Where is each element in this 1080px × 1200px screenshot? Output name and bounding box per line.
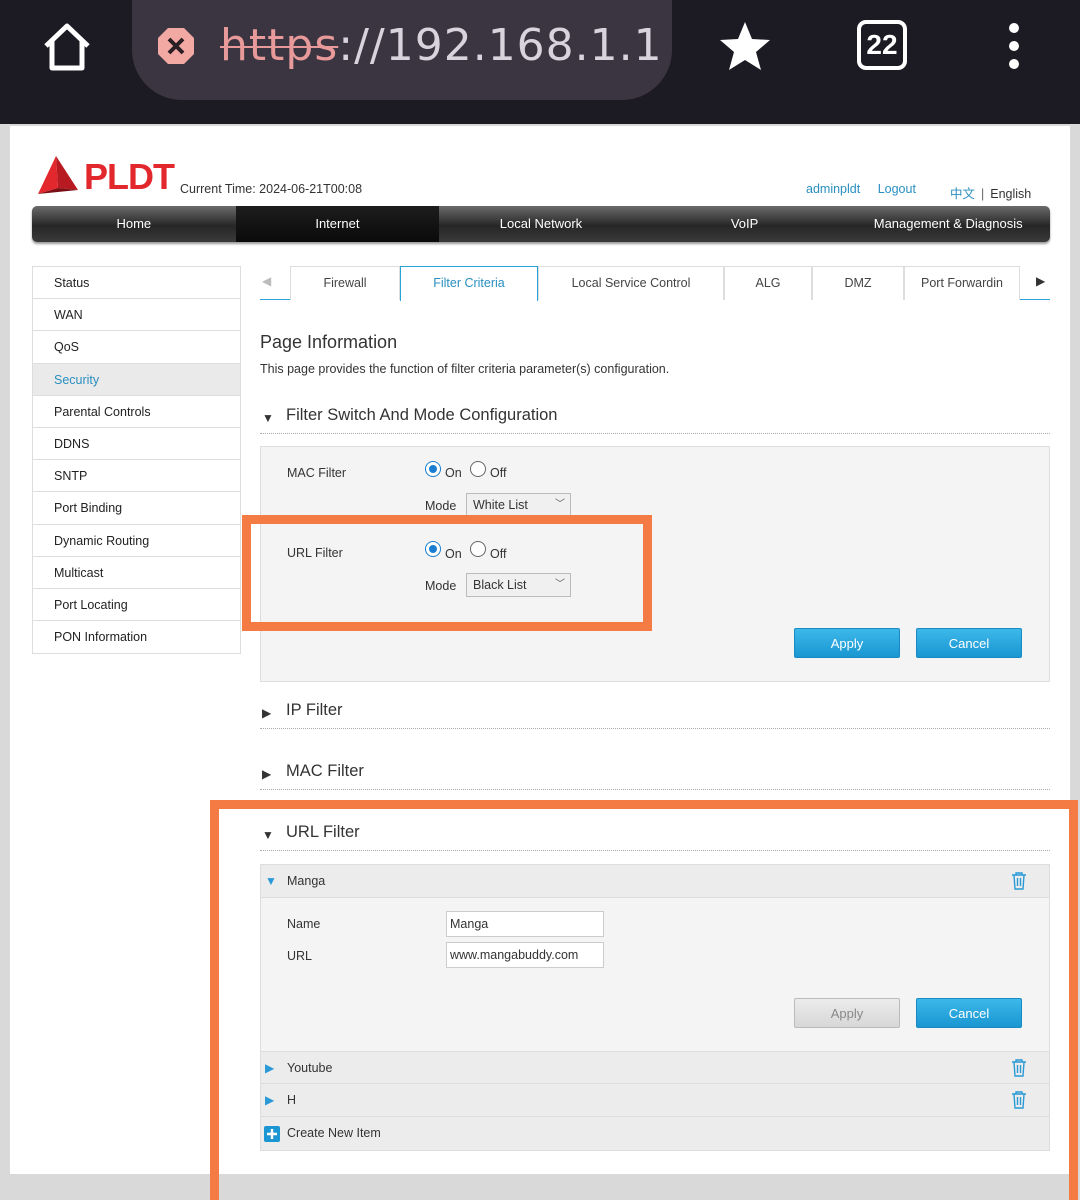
address-bar[interactable]: https://192.168.1.1/Pl: [132, 0, 672, 100]
section-title: MAC Filter: [286, 762, 364, 780]
tab-firewall[interactable]: Firewall: [290, 266, 400, 300]
router-page: PLDT Current Time: 2024-06-21T00:08 admi…: [10, 126, 1078, 1200]
username-link[interactable]: adminpldt: [806, 182, 860, 196]
sidebar-item-pon-information[interactable]: PON Information: [33, 621, 240, 654]
more-menu-icon[interactable]: [1004, 22, 1024, 70]
collapse-triangle-icon: ▼: [262, 411, 274, 425]
cancel-button[interactable]: Cancel: [916, 628, 1022, 658]
section-mac-filter[interactable]: ▶ MAC Filter: [260, 758, 1050, 790]
sidebar-item-port-binding[interactable]: Port Binding: [33, 492, 240, 525]
chevron-down-icon: ﹀: [555, 499, 565, 510]
nav-voip[interactable]: VoIP: [643, 206, 847, 242]
tab-alg[interactable]: ALG: [724, 266, 812, 300]
sidebar-item-parental-controls[interactable]: Parental Controls: [33, 395, 240, 428]
current-time: Current Time: 2024-06-21T00:08: [180, 182, 363, 196]
bookmark-star-icon[interactable]: [716, 18, 774, 76]
sidebar-item-wan[interactable]: WAN: [33, 299, 240, 332]
mac-on-label: On: [445, 466, 462, 480]
sidebar-item-sntp[interactable]: SNTP: [33, 460, 240, 493]
mac-filter-off-radio[interactable]: [470, 461, 486, 477]
sidebar-item-qos[interactable]: QoS: [33, 331, 240, 364]
home-icon[interactable]: [40, 20, 94, 74]
url-filter-list-highlight: [210, 800, 1078, 1200]
sidebar-item-ddns[interactable]: DDNS: [33, 427, 240, 461]
sidebar-item-dynamic-routing[interactable]: Dynamic Routing: [33, 524, 240, 557]
sub-tabs: ◀ Firewall Filter Criteria Local Service…: [260, 266, 1050, 301]
sidebar-item-port-locating[interactable]: Port Locating: [33, 588, 240, 622]
nav-internet[interactable]: Internet: [235, 206, 440, 242]
tab-filter-criteria[interactable]: Filter Criteria: [400, 266, 538, 301]
mac-mode-label: Mode: [425, 499, 457, 513]
mac-filter-label: MAC Filter: [287, 466, 347, 480]
section-title: Filter Switch And Mode Configuration: [286, 406, 558, 424]
page-info-desc: This page provides the function of filte…: [260, 362, 670, 376]
url-text: https://192.168.1.1/Pl: [220, 20, 660, 71]
expand-triangle-icon: ▶: [262, 706, 272, 720]
tabs-scroll-right-icon[interactable]: ▶: [1036, 274, 1045, 288]
browser-toolbar: https://192.168.1.1/Pl 22: [0, 0, 1080, 124]
mac-filter-on-radio[interactable]: [425, 461, 441, 477]
section-filter-switch[interactable]: ▼ Filter Switch And Mode Configuration: [260, 402, 1050, 434]
main-nav: Home Internet Local Network VoIP Managem…: [32, 206, 1050, 242]
tab-local-service-control[interactable]: Local Service Control: [538, 266, 724, 300]
lang-english-link[interactable]: English: [990, 187, 1031, 201]
tab-switcher-button[interactable]: 22: [857, 20, 907, 70]
expand-triangle-icon: ▶: [262, 767, 272, 781]
tab-port-forwarding[interactable]: Port Forwardin: [904, 266, 1020, 300]
nav-local-network[interactable]: Local Network: [439, 206, 643, 242]
not-secure-icon: [158, 28, 194, 64]
sidebar-item-status[interactable]: Status: [33, 267, 240, 300]
page-info-title: Page Information: [260, 332, 398, 352]
brand-text: PLDT: [84, 156, 175, 197]
nav-home[interactable]: Home: [32, 206, 236, 242]
section-ip-filter[interactable]: ▶ IP Filter: [260, 697, 1050, 729]
nav-management-diagnosis[interactable]: Management & Diagnosis: [846, 206, 1050, 242]
logout-link[interactable]: Logout: [878, 182, 916, 196]
sidebar-item-multicast[interactable]: Multicast: [33, 556, 240, 589]
mac-mode-select[interactable]: White List ﹀: [466, 493, 571, 517]
lang-chinese-link[interactable]: 中文: [950, 187, 975, 201]
url-filter-switch-highlight: [242, 515, 652, 631]
pldt-logo: PLDT: [36, 154, 186, 198]
tab-dmz[interactable]: DMZ: [812, 266, 904, 300]
apply-button[interactable]: Apply: [794, 628, 900, 658]
tabs-scroll-left-icon[interactable]: ◀: [262, 274, 271, 288]
sidebar-item-security[interactable]: Security: [33, 363, 240, 396]
section-title: IP Filter: [286, 701, 343, 719]
sidebar: Status WAN QoS Security Parental Control…: [32, 266, 241, 655]
mac-off-label: Off: [490, 466, 507, 480]
lang-separator: |: [981, 187, 985, 201]
